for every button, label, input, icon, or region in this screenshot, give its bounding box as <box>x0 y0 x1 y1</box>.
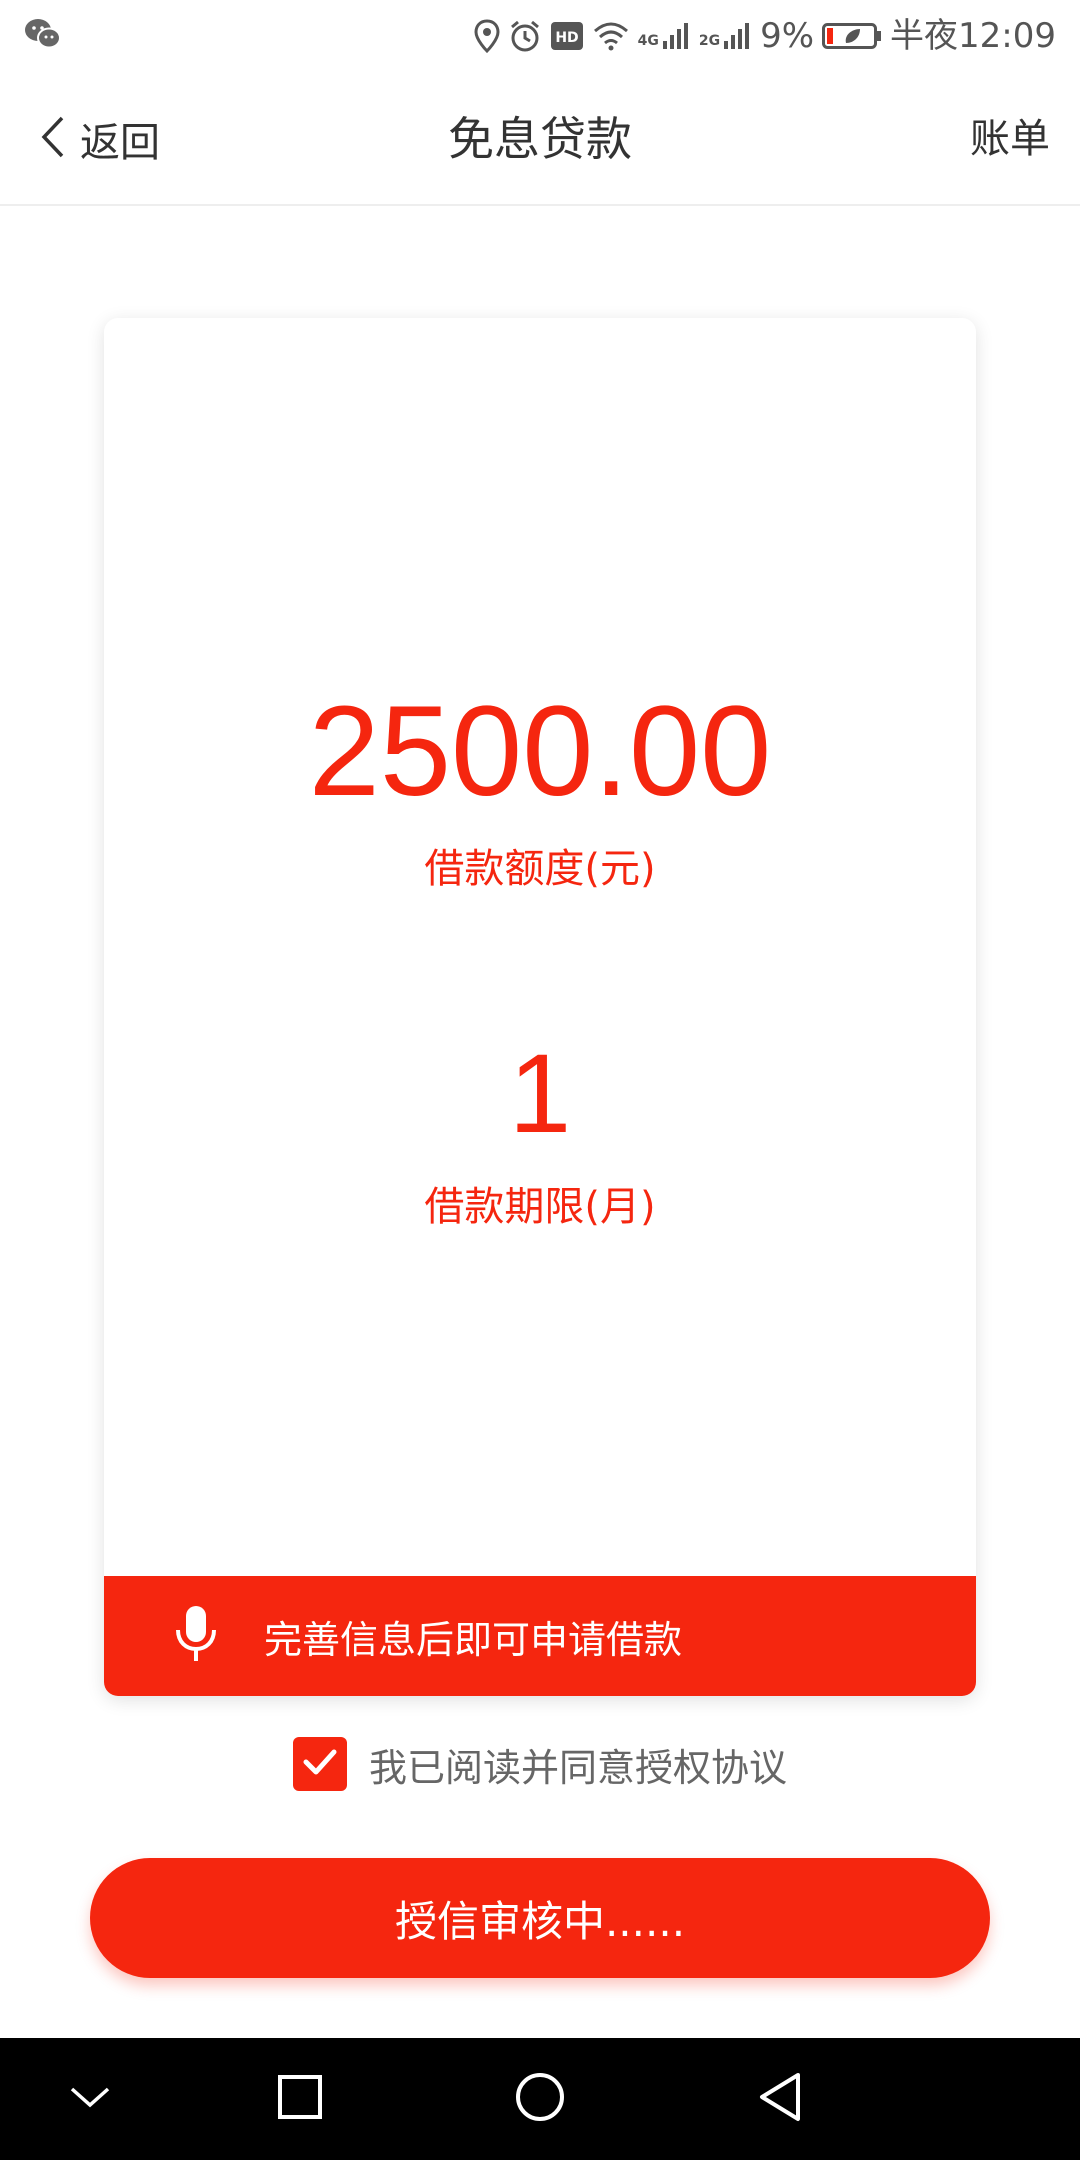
clock: 半夜12:09 <box>890 16 1056 56</box>
network-4g-label: 4G <box>637 33 659 49</box>
back-label: 返回 <box>80 120 160 166</box>
recents-button[interactable] <box>250 2038 350 2160</box>
recents-square-icon <box>276 2073 324 2125</box>
status-right: HD 4G 2G 9% 半夜12:09 <box>474 19 1056 53</box>
page-title: 免息贷款 <box>448 112 632 166</box>
status-left <box>24 18 62 54</box>
alarm-icon <box>508 19 542 53</box>
back-nav-button[interactable] <box>730 2038 830 2160</box>
location-icon <box>474 19 500 53</box>
microphone-icon <box>174 1604 218 1668</box>
chevron-left-icon <box>40 115 66 163</box>
agreement-row: 我已阅读并同意授权协议 <box>0 1736 1080 1792</box>
chevron-down-icon <box>68 2083 112 2115</box>
signal-icon <box>722 21 752 51</box>
loan-amount: 2500.00 <box>308 680 772 823</box>
notice-banner: 完善信息后即可申请借款 <box>104 1576 976 1696</box>
home-circle-icon <box>514 2071 566 2127</box>
wechat-icon <box>24 18 62 54</box>
signal-icon <box>661 21 691 51</box>
battery-icon <box>822 21 882 51</box>
back-triangle-icon <box>756 2071 804 2127</box>
notice-text: 完善信息后即可申请借款 <box>264 1617 683 1662</box>
agreement-checkbox[interactable] <box>292 1737 347 1791</box>
status-bar: HD 4G 2G 9% 半夜12:09 <box>0 0 1080 72</box>
loan-term: 1 <box>508 1031 572 1156</box>
bill-button[interactable]: 账单 <box>970 72 1050 206</box>
network-2g-label: 2G <box>698 33 721 49</box>
credit-review-button[interactable]: 授信审核中...... <box>90 1858 990 1978</box>
loan-amount-label: 借款额度(元) <box>424 846 656 892</box>
svg-text:HD: HD <box>555 30 578 46</box>
loan-card: 2500.00 借款额度(元) 1 借款期限(月) 完善信息后即可申请借款 <box>104 318 976 1696</box>
wifi-icon <box>592 21 630 51</box>
loan-term-label: 借款期限(月) <box>424 1184 656 1230</box>
agreement-text[interactable]: 我已阅读并同意授权协议 <box>369 1737 787 1792</box>
back-button[interactable]: 返回 <box>40 72 160 206</box>
checkmark-icon <box>302 1747 338 1781</box>
collapse-button[interactable] <box>40 2038 140 2160</box>
nav-bar: 免息贷款 返回 账单 <box>0 72 1080 206</box>
system-nav-bar <box>0 2038 1080 2160</box>
hd-icon: HD <box>550 21 584 51</box>
battery-percent: 9% <box>760 16 815 56</box>
home-button[interactable] <box>490 2038 590 2160</box>
